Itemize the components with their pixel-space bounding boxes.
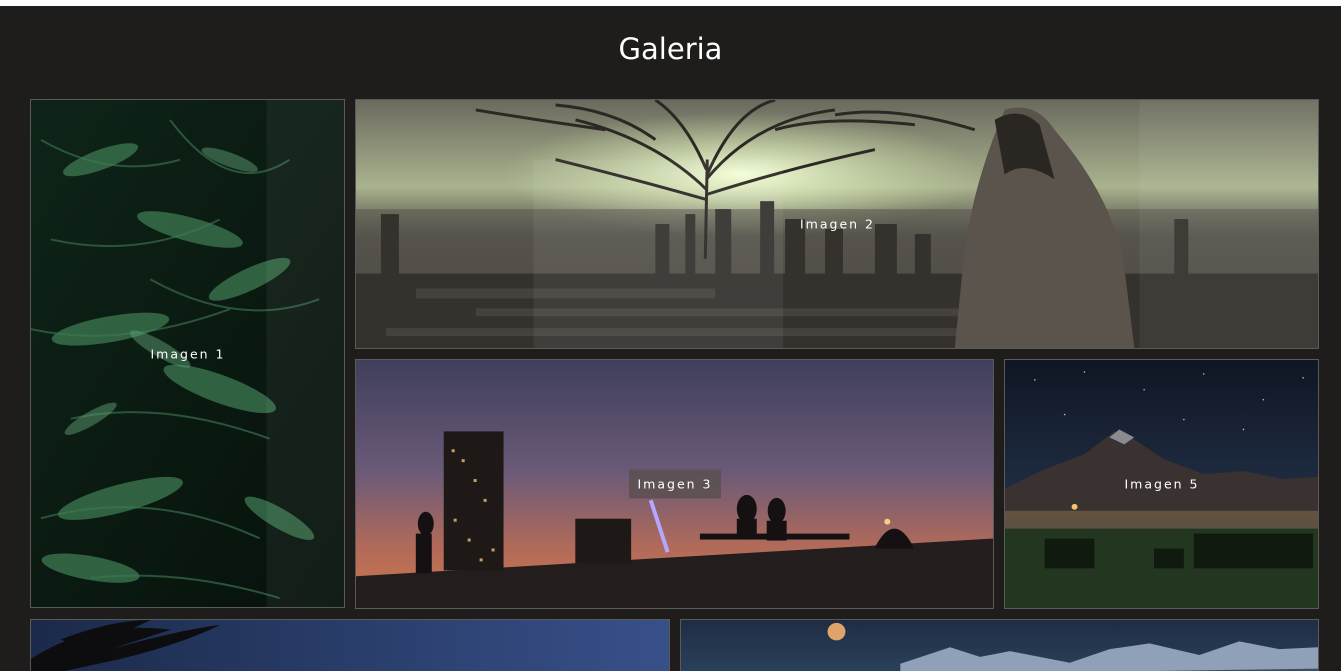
- image-caption-3: Imagen 3: [628, 469, 721, 499]
- palm-sky-image: [31, 620, 669, 671]
- gallery-page: Galeria Imagen 1 Imagen 2 Imagen 3 Image…: [0, 6, 1341, 671]
- gallery-tile-3[interactable]: Imagen 3: [355, 359, 994, 609]
- gallery-tile-5[interactable]: Imagen 5: [1004, 359, 1319, 609]
- gallery-tile-1[interactable]: Imagen 1: [30, 99, 345, 608]
- moon-mountains-image: [681, 620, 1318, 671]
- image-caption-1: Imagen 1: [150, 346, 226, 361]
- gallery-tile-2[interactable]: Imagen 2: [355, 99, 1319, 349]
- gallery-tile-6[interactable]: [30, 619, 670, 671]
- gallery-tile-7[interactable]: [680, 619, 1319, 671]
- image-caption-2: Imagen 2: [800, 216, 875, 232]
- image-caption-5: Imagen 5: [1124, 476, 1200, 492]
- page-title: Galeria: [618, 32, 723, 66]
